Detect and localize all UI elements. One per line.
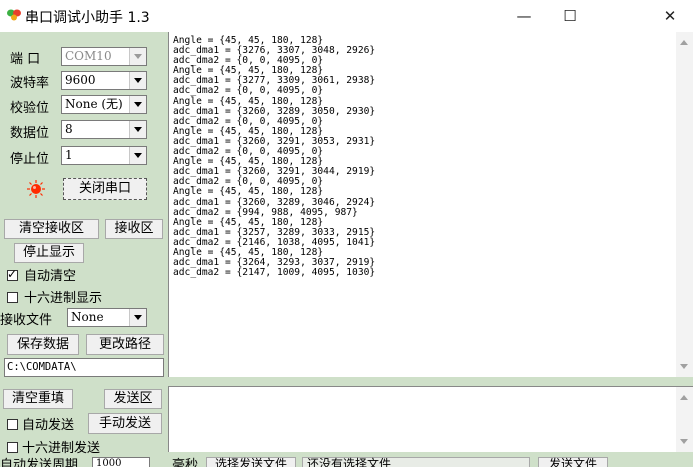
select-send-file-button[interactable]: 选择发送文件 [206, 457, 296, 467]
send-file-button[interactable]: 发送文件 [538, 457, 608, 467]
maximize-button[interactable]: ☐ [547, 0, 593, 32]
status-led-icon [27, 180, 45, 198]
chevron-down-icon[interactable] [129, 72, 146, 89]
scroll-up-icon[interactable] [680, 40, 688, 45]
auto-clear-label: 自动清空 [24, 269, 77, 284]
port-label: 端 口 [10, 52, 41, 67]
manual-send-button[interactable]: 手动发送 [88, 413, 162, 434]
parity-select-value: None (无) [65, 97, 123, 111]
baud-select-value: 9600 [65, 73, 96, 87]
port-select[interactable]: COM10 [61, 47, 147, 66]
chevron-down-icon[interactable] [129, 147, 146, 164]
databits-select[interactable]: 8 [61, 120, 147, 139]
send-options-row: 自动发送周期 1000 毫秒 选择发送文件 还没有选择文件 发送文件 [0, 457, 693, 467]
parity-label: 校验位 [10, 101, 50, 116]
stop-display-button[interactable]: 停止显示 [14, 243, 84, 263]
receive-file-label: 接收文件 [0, 313, 53, 328]
stopbits-select-value: 1 [65, 148, 73, 162]
open-close-port-button[interactable]: 关闭串口 [63, 178, 147, 200]
save-data-button[interactable]: 保存数据 [7, 334, 79, 355]
chevron-down-icon[interactable] [129, 96, 146, 113]
receive-area-label: 接收区 [105, 219, 163, 239]
chevron-down-icon[interactable] [129, 48, 146, 65]
scroll-down-icon[interactable] [680, 439, 688, 444]
chevron-down-icon[interactable] [129, 121, 146, 138]
auto-send-period-label: 自动发送周期 [0, 458, 79, 467]
baud-select[interactable]: 9600 [61, 71, 147, 90]
title-bar: 串口调试小助手 1.3 — ☐ ✕ [0, 0, 693, 32]
baud-label: 波特率 [10, 76, 50, 91]
chevron-down-icon[interactable] [129, 309, 146, 326]
hex-display-checkbox[interactable] [7, 292, 18, 303]
send-textarea[interactable] [168, 386, 693, 452]
hex-send-checkbox[interactable] [7, 442, 18, 453]
receive-log: Angle = {45, 45, 180, 128} adc_dma1 = {32… [173, 35, 376, 279]
clear-receive-button[interactable]: 清空接收区 [4, 219, 99, 239]
auto-clear-checkbox[interactable] [7, 267, 18, 281]
clear-send-button[interactable]: 清空重填 [3, 389, 73, 409]
stopbits-select[interactable]: 1 [61, 146, 147, 165]
parity-select[interactable]: None (无) [61, 95, 147, 114]
close-button[interactable]: ✕ [647, 0, 693, 32]
minimize-button[interactable]: — [501, 0, 547, 32]
databits-select-value: 8 [65, 122, 73, 136]
auto-send-label: 自动发送 [22, 418, 75, 433]
save-path-field[interactable]: C:\COMDATA\ [4, 358, 164, 377]
receive-file-select[interactable]: None [67, 308, 147, 327]
hex-display-label: 十六进制显示 [24, 291, 103, 306]
send-area-label: 发送区 [104, 389, 162, 409]
stopbits-label: 停止位 [10, 152, 50, 167]
log-line: Angle = {45, 45, 180, 128} [173, 186, 324, 198]
app-logo-icon [7, 9, 21, 21]
period-unit-label: 毫秒 [172, 458, 199, 467]
change-path-button[interactable]: 更改路径 [86, 334, 164, 355]
scroll-down-icon[interactable] [680, 364, 688, 369]
scroll-up-icon[interactable] [680, 395, 688, 400]
receive-file-select-value: None [71, 310, 104, 324]
auto-send-period-input[interactable]: 1000 [92, 457, 150, 467]
receive-scrollbar[interactable] [676, 32, 693, 377]
selected-file-field: 还没有选择文件 [302, 457, 530, 467]
databits-label: 数据位 [10, 126, 50, 141]
receive-textarea[interactable]: Angle = {45, 45, 180, 128} adc_dma1 = {32… [168, 32, 693, 377]
hex-send-label: 十六进制发送 [22, 441, 101, 456]
send-scrollbar[interactable] [676, 387, 693, 452]
window-title: 串口调试小助手 1.3 [25, 10, 150, 26]
port-select-value: COM10 [65, 49, 112, 63]
auto-send-checkbox[interactable] [7, 419, 18, 430]
log-line: adc_dma2 = {2147, 1009, 4095, 1030} [173, 267, 376, 279]
